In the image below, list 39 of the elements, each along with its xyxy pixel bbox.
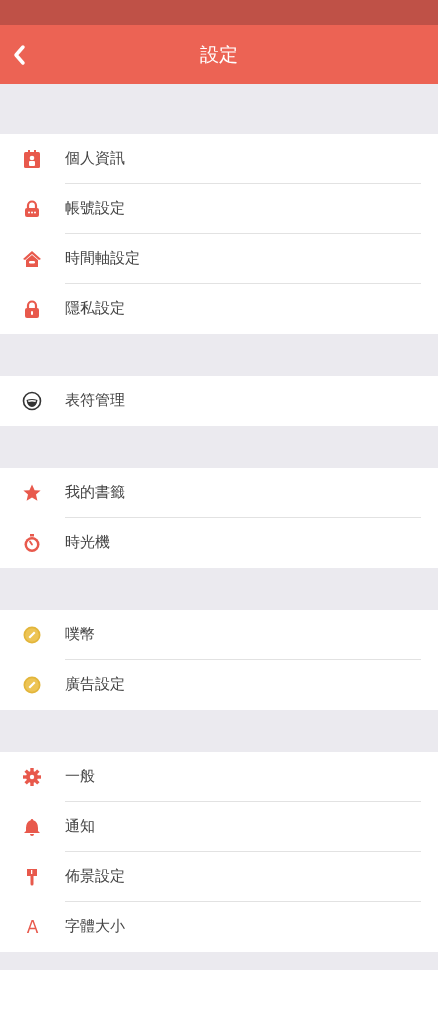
settings-item[interactable]: 佈景設定	[0, 852, 438, 902]
padlock-icon	[22, 199, 42, 219]
coin-icon	[22, 625, 42, 645]
settings-item[interactable]: 一般	[0, 752, 438, 802]
settings-item[interactable]: 我的書籤	[0, 468, 438, 518]
item-label: 佈景設定	[65, 852, 421, 902]
house-icon	[22, 249, 42, 269]
item-label: 表符管理	[65, 390, 126, 411]
settings-item[interactable]: 時光機	[0, 518, 438, 568]
item-label: 時光機	[65, 532, 111, 553]
item-label: 噗幣	[65, 610, 421, 660]
settings-item[interactable]: 通知	[0, 802, 438, 852]
settings-item[interactable]: 表符管理	[0, 376, 438, 426]
item-label: 我的書籤	[65, 468, 421, 518]
item-label: 隱私設定	[65, 298, 126, 319]
star-icon	[22, 483, 42, 503]
settings-item[interactable]: 隱私設定	[0, 284, 438, 334]
item-label: 時間軸設定	[65, 234, 421, 284]
item-label: 個人資訊	[65, 134, 421, 184]
id-card-icon	[22, 149, 42, 169]
coin-icon	[22, 675, 42, 695]
padlock-icon	[22, 299, 42, 319]
item-label: 一般	[65, 752, 421, 802]
settings-item[interactable]: 個人資訊	[0, 134, 438, 184]
settings-item[interactable]: A 字體大小	[0, 902, 438, 952]
settings-icon	[22, 767, 42, 787]
item-label: 帳號設定	[65, 184, 421, 234]
bell-icon	[22, 817, 42, 837]
settings-item[interactable]: 廣告設定	[0, 660, 438, 710]
settings-item[interactable]: 時間軸設定	[0, 234, 438, 284]
settings-item[interactable]: 帳號設定	[0, 184, 438, 234]
stopwatch-icon	[22, 533, 42, 553]
item-label: 字體大小	[65, 916, 126, 937]
item-label: 廣告設定	[65, 674, 126, 695]
letter-icon: A	[26, 918, 39, 936]
smiley-icon	[22, 391, 42, 411]
item-label: 通知	[65, 802, 421, 852]
page-title: 設定	[200, 41, 238, 67]
settings-item[interactable]: 噗幣	[0, 610, 438, 660]
